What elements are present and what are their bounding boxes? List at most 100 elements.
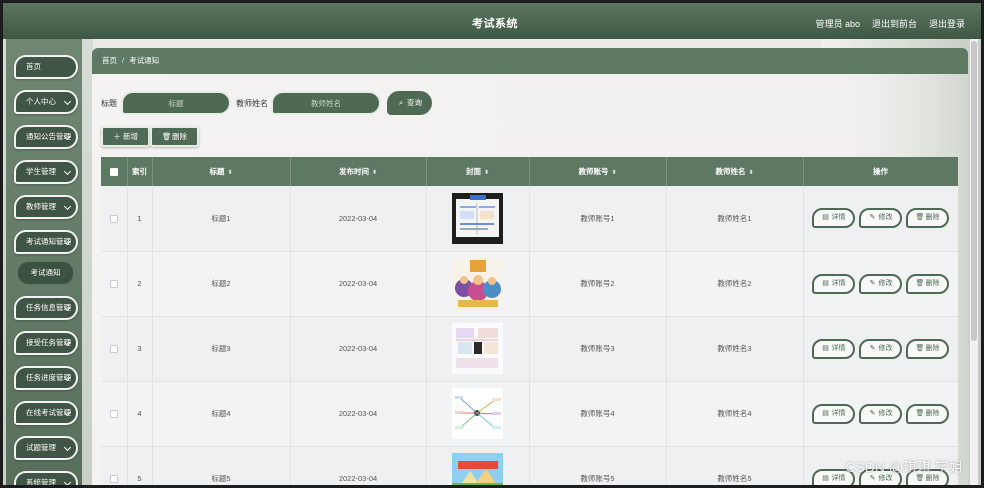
exit-to-front-link[interactable]: 退出到前台 bbox=[872, 17, 917, 30]
cell-title: 标题4 bbox=[152, 381, 291, 447]
sidebar-item-tasks[interactable]: 任务信息管理 bbox=[14, 296, 78, 320]
pencil-icon: ✎ bbox=[869, 279, 876, 287]
pencil-icon: ✎ bbox=[869, 409, 876, 417]
plus-icon: ＋ bbox=[113, 132, 121, 141]
sort-icon: ⬍ bbox=[227, 170, 233, 176]
breadcrumb-home[interactable]: 首页 bbox=[102, 56, 117, 65]
detail-button[interactable]: ▤ 详情 bbox=[812, 403, 855, 424]
add-button-label: 新增 bbox=[123, 132, 138, 141]
sidebar-item-system[interactable]: 系统管理 bbox=[14, 471, 78, 487]
sidebar-item-accepted-tasks[interactable]: 接受任务管理 bbox=[14, 331, 78, 355]
sidebar-item-teachers[interactable]: 教师管理 bbox=[14, 195, 78, 219]
cell-date: 2022-03-04 bbox=[290, 446, 427, 485]
query-button[interactable]: ⌕ 查询 bbox=[387, 91, 432, 115]
cell-cover bbox=[426, 186, 530, 252]
sidebar-item-label: 系统管理 bbox=[26, 478, 56, 487]
cover-image[interactable] bbox=[452, 453, 503, 488]
cover-image[interactable] bbox=[452, 258, 503, 309]
cell-account: 教师账号3 bbox=[529, 316, 667, 382]
document-icon: ▤ bbox=[822, 474, 829, 482]
delete-button[interactable]: 🗑删除 bbox=[906, 208, 949, 229]
cell-title: 标题5 bbox=[152, 446, 291, 485]
sidebar-item-label: 教师管理 bbox=[26, 202, 56, 211]
sidebar-item-task-progress[interactable]: 任务进度管理 bbox=[14, 366, 78, 390]
cell-date: 2022-03-04 bbox=[290, 251, 427, 317]
logout-link[interactable]: 退出登录 bbox=[929, 17, 965, 30]
column-header-cover[interactable]: 封面 ⬍ bbox=[426, 157, 530, 186]
trash-icon: 🗑 bbox=[915, 214, 925, 222]
teacher-search-input[interactable] bbox=[271, 91, 381, 115]
table-row: 4 标题4 2022-03-04 教师账号4 教师姓名4 ▤ 详情 ✎ 修改 🗑… bbox=[101, 381, 958, 447]
breadcrumb-current: 考试通知 bbox=[129, 56, 160, 65]
sidebar-item-profile[interactable]: 个人中心 bbox=[14, 90, 78, 114]
cell-actions: ▤ 详情 ✎ 修改 🗑删除 bbox=[803, 251, 958, 317]
sidebar-item-exam-notices[interactable]: 考试通知管理 bbox=[14, 230, 78, 254]
cover-image[interactable] bbox=[452, 323, 503, 374]
cell-index: 1 bbox=[127, 186, 153, 252]
sidebar-item-questions[interactable]: 试题管理 bbox=[14, 436, 78, 460]
cell-cover bbox=[426, 446, 530, 488]
page-scrollbar[interactable] bbox=[970, 39, 978, 485]
notice-table: 索引 标题 ⬍ 发布时间 ⬍ 封面 ⬍ 教师账号 ⬍ 教师姓名 ⬍ 操作 1 标题1 20… bbox=[101, 157, 958, 488]
column-header-date[interactable]: 发布时间 ⬍ bbox=[290, 157, 427, 186]
delete-button[interactable]: 🗑删除 bbox=[906, 403, 949, 424]
edit-button[interactable]: ✎ 修改 bbox=[859, 403, 902, 424]
admin-user-label: 管理员 abo bbox=[815, 19, 860, 29]
sidebar-item-label: 学生管理 bbox=[26, 167, 56, 176]
sidebar-item-label: 试题管理 bbox=[26, 443, 56, 452]
row-checkbox[interactable] bbox=[109, 280, 118, 288]
edit-button[interactable]: ✎ 修改 bbox=[859, 273, 902, 294]
scrollbar-thumb[interactable] bbox=[971, 41, 977, 341]
cell-cover bbox=[426, 251, 530, 317]
title-search-label: 标题 bbox=[101, 99, 117, 108]
delete-button[interactable]: 🗑删除 bbox=[906, 338, 949, 359]
row-checkbox[interactable] bbox=[109, 214, 118, 223]
cell-account: 教师账号1 bbox=[529, 186, 667, 252]
document-icon: ▤ bbox=[822, 214, 829, 222]
trash-icon: 🗑 bbox=[162, 132, 172, 141]
notice-table-wrapper: 索引 标题 ⬍ 发布时间 ⬍ 封面 ⬍ 教师账号 ⬍ 教师姓名 ⬍ 操作 1 标题1 20… bbox=[101, 157, 958, 488]
edit-button[interactable]: ✎ 修改 bbox=[859, 338, 902, 359]
cell-index: 2 bbox=[127, 251, 153, 317]
column-header-teacher-name[interactable]: 教师姓名 ⬍ bbox=[666, 157, 804, 186]
breadcrumb: 首页 / 考试通知 bbox=[92, 48, 968, 74]
detail-button[interactable]: ▤ 详情 bbox=[812, 338, 855, 359]
trash-icon: 🗑 bbox=[915, 279, 925, 287]
sidebar-item-home[interactable]: 首页 bbox=[14, 55, 78, 79]
sidebar-item-notices[interactable]: 通知公告管理 bbox=[14, 125, 78, 149]
batch-delete-button[interactable]: 🗑删除 bbox=[150, 126, 199, 147]
select-all-cell bbox=[101, 157, 128, 186]
edit-button[interactable]: ✎ 修改 bbox=[859, 208, 902, 229]
row-checkbox[interactable] bbox=[109, 475, 118, 483]
detail-button[interactable]: ▤ 详情 bbox=[812, 273, 855, 294]
table-row: 1 标题1 2022-03-04 教师账号1 教师姓名1 ▤ 详情 ✎ 修改 🗑… bbox=[101, 186, 958, 252]
sidebar-item-online-exam[interactable]: 在线考试管理 bbox=[14, 401, 78, 425]
sidebar-subitem-exam-notice[interactable]: 考试通知 bbox=[18, 262, 73, 284]
sidebar-item-students[interactable]: 学生管理 bbox=[14, 160, 78, 184]
document-icon: ▤ bbox=[822, 344, 829, 352]
sort-icon: ⬍ bbox=[371, 170, 378, 176]
app-frame: 考试系统 管理员 abo 退出到前台 退出登录 首页 个人中心 通知公告管理 学… bbox=[0, 0, 984, 488]
column-header-title[interactable]: 标题 ⬍ bbox=[152, 157, 291, 186]
row-checkbox[interactable] bbox=[109, 345, 118, 353]
add-button[interactable]: ＋新增 bbox=[101, 126, 150, 147]
sort-icon: ⬍ bbox=[748, 170, 754, 176]
cell-teacher-name: 教师姓名5 bbox=[666, 446, 804, 485]
cover-image[interactable] bbox=[452, 192, 503, 244]
pencil-icon: ✎ bbox=[869, 344, 876, 352]
row-checkbox[interactable] bbox=[109, 410, 118, 418]
cell-cover bbox=[426, 316, 530, 382]
top-bar-actions: 管理员 abo 退出到前台 退出登录 bbox=[815, 17, 965, 30]
sidebar-item-label: 首页 bbox=[26, 62, 41, 71]
title-search-input[interactable] bbox=[121, 91, 231, 115]
cell-teacher-name: 教师姓名4 bbox=[666, 381, 804, 447]
delete-button[interactable]: 🗑删除 bbox=[906, 273, 949, 294]
top-bar: 考试系统 管理员 abo 退出到前台 退出登录 bbox=[3, 3, 981, 39]
detail-button[interactable]: ▤ 详情 bbox=[812, 208, 855, 229]
select-all-checkbox[interactable] bbox=[109, 168, 118, 176]
column-header-index: 索引 bbox=[127, 157, 153, 186]
cover-image[interactable] bbox=[452, 388, 503, 439]
pencil-icon: ✎ bbox=[869, 214, 876, 222]
column-header-account[interactable]: 教师账号 ⬍ bbox=[529, 157, 667, 186]
cell-title: 标题2 bbox=[152, 251, 291, 317]
